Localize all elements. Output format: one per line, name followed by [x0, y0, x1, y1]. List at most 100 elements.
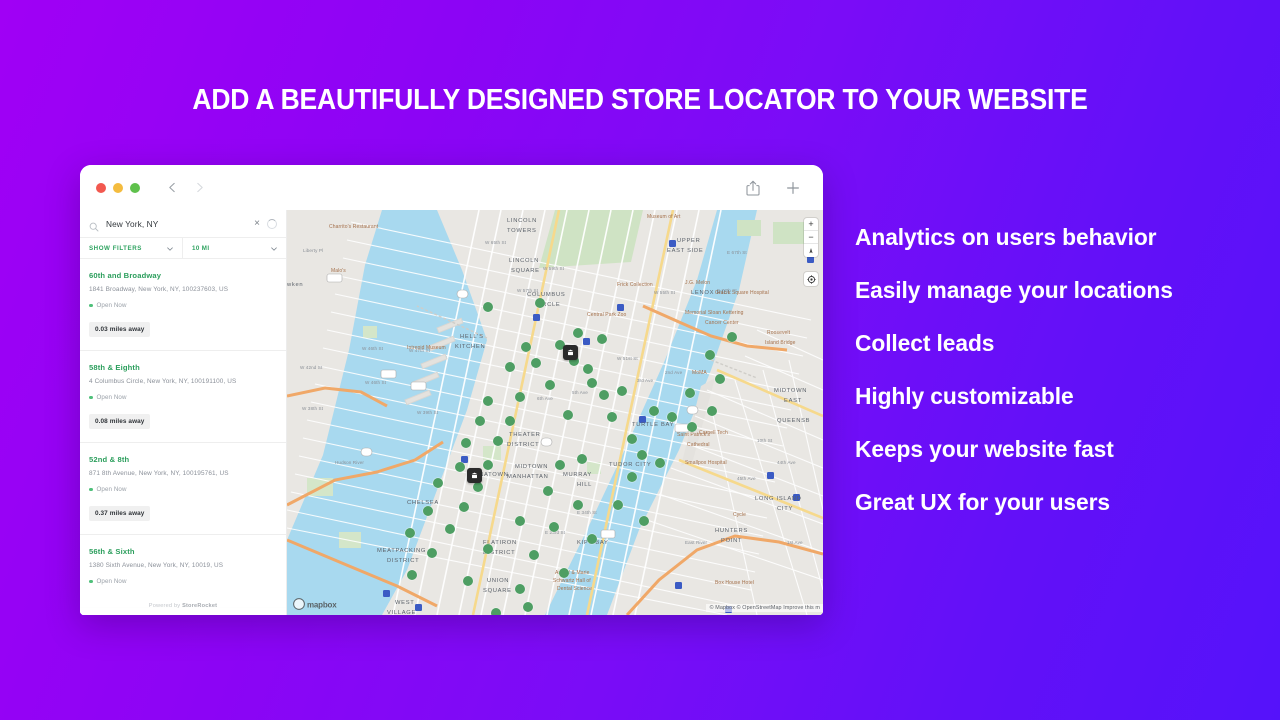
forward-arrow-icon[interactable] [193, 181, 206, 194]
maximize-window-button[interactable] [130, 182, 140, 193]
map-view[interactable]: Charrito's Restaurant Liberty Pl Malo's wke… [287, 210, 823, 615]
store-map-marker[interactable] [514, 516, 525, 526]
store-map-marker[interactable] [687, 422, 697, 432]
store-map-marker[interactable] [715, 374, 725, 384]
close-window-button[interactable] [96, 182, 106, 193]
store-map-marker[interactable] [627, 434, 637, 444]
compass-icon[interactable] [804, 244, 818, 257]
store-address: 871 8th Avenue, New York, NY, 100195761,… [89, 470, 229, 477]
store-map-marker[interactable] [727, 332, 737, 342]
back-arrow-icon[interactable] [166, 181, 179, 194]
map-attribution[interactable]: © Mapbox © OpenStreetMap Improve this m [705, 604, 823, 612]
store-map-marker[interactable] [455, 462, 465, 472]
museum-icon[interactable] [467, 468, 482, 483]
store-name[interactable]: 58th & Eighth [89, 363, 277, 372]
store-map-marker[interactable] [514, 584, 525, 594]
store-map-marker[interactable] [521, 342, 531, 352]
store-result-item[interactable]: 60th and Broadway 1841 Broadway, New York… [80, 259, 286, 351]
store-map-marker[interactable] [460, 438, 471, 448]
store-map-marker[interactable] [505, 416, 515, 426]
store-map-marker[interactable] [473, 482, 483, 492]
store-map-marker[interactable] [563, 410, 573, 420]
store-status-label: Open Now [96, 394, 127, 401]
store-map-marker[interactable] [459, 501, 469, 512]
store-map-marker[interactable] [639, 516, 649, 526]
store-map-marker[interactable] [667, 412, 677, 422]
map-label: POINT [721, 538, 743, 544]
store-map-marker[interactable] [607, 412, 617, 422]
store-map-marker[interactable] [514, 392, 525, 402]
store-map-marker[interactable] [423, 506, 433, 516]
store-map-marker[interactable] [433, 477, 443, 488]
store-map-marker[interactable] [627, 472, 637, 482]
store-map-marker[interactable] [483, 460, 493, 470]
map-label: LINCOLN [507, 218, 538, 224]
store-map-marker[interactable] [445, 523, 455, 534]
store-map-marker[interactable] [649, 406, 659, 416]
store-map-marker[interactable] [475, 416, 485, 426]
store-map-marker[interactable] [545, 380, 555, 390]
store-map-marker[interactable] [587, 378, 597, 388]
share-icon[interactable] [745, 179, 761, 197]
store-map-marker[interactable] [549, 522, 559, 532]
store-map-marker[interactable] [685, 388, 695, 398]
store-map-marker[interactable] [655, 458, 665, 468]
store-map-marker[interactable] [523, 602, 533, 612]
museum-icon[interactable] [563, 344, 578, 360]
map-label: EAST SIDE [667, 248, 704, 254]
minimize-window-button[interactable] [113, 182, 123, 193]
store-map-marker[interactable] [463, 576, 473, 586]
store-map-marker[interactable] [491, 608, 501, 615]
search-bar[interactable]: New York, NY × [80, 210, 286, 238]
store-map-marker[interactable] [597, 334, 607, 344]
zoom-in-button[interactable]: + [804, 218, 818, 231]
clear-search-button[interactable]: × [254, 218, 260, 229]
store-map-marker[interactable] [405, 528, 415, 538]
map-zoom-controls[interactable]: + − [804, 218, 818, 257]
map-label: TURTLE BAY [632, 422, 675, 428]
store-map-marker[interactable] [493, 436, 503, 446]
store-name[interactable]: 52nd & 8th [89, 455, 277, 464]
store-map-marker[interactable] [573, 328, 583, 338]
store-map-marker[interactable] [573, 499, 583, 510]
store-map-marker[interactable] [613, 499, 623, 510]
store-map-marker[interactable] [483, 302, 493, 312]
store-map-marker[interactable] [529, 550, 539, 560]
map-label: CHELSEA [407, 499, 439, 506]
map-label: KITCHEN [455, 343, 486, 350]
store-map-marker[interactable] [599, 390, 609, 400]
store-name[interactable]: 60th and Broadway [89, 271, 277, 280]
store-address: 1841 Broadway, New York, NY, 100237603, … [89, 286, 229, 293]
radius-dropdown[interactable]: 10 MI [183, 238, 286, 258]
store-map-marker[interactable] [583, 364, 593, 374]
store-map-marker[interactable] [577, 454, 587, 464]
map-label: W 39th St [417, 410, 439, 415]
store-result-item[interactable]: 58th & Eighth 4 Columbus Circle, New York… [80, 351, 286, 443]
geolocate-button[interactable] [804, 272, 818, 286]
store-result-item[interactable]: 52nd & 8th 871 8th Avenue, New York, NY, … [80, 443, 286, 535]
store-map-marker[interactable] [407, 570, 417, 580]
store-map-marker[interactable] [483, 544, 493, 554]
zoom-out-button[interactable]: − [804, 231, 818, 244]
store-name[interactable]: 56th & Sixth [89, 547, 277, 556]
show-filters-dropdown[interactable]: SHOW FILTERS [80, 238, 183, 258]
store-map-marker[interactable] [535, 298, 545, 308]
store-status-label: Open Now [96, 578, 127, 585]
store-map-marker[interactable] [531, 358, 541, 368]
feature-item: Analytics on users behavior [855, 224, 1157, 250]
store-map-marker[interactable] [617, 386, 627, 396]
store-map-marker[interactable] [427, 548, 437, 558]
search-input[interactable]: New York, NY [106, 219, 247, 229]
store-map-marker[interactable] [559, 568, 569, 578]
store-map-marker[interactable] [637, 450, 647, 460]
store-results-list[interactable]: 60th and Broadway 1841 Broadway, New York… [80, 259, 286, 615]
plus-icon[interactable] [785, 179, 801, 197]
store-map-marker[interactable] [483, 396, 493, 406]
store-map-marker[interactable] [705, 350, 715, 360]
store-map-marker[interactable] [707, 406, 717, 416]
store-map-marker[interactable] [587, 534, 597, 544]
store-map-marker[interactable] [505, 362, 515, 372]
store-map-marker[interactable] [555, 460, 565, 470]
mapbox-logo[interactable]: mapbox [293, 598, 347, 610]
store-map-marker[interactable] [543, 486, 553, 496]
